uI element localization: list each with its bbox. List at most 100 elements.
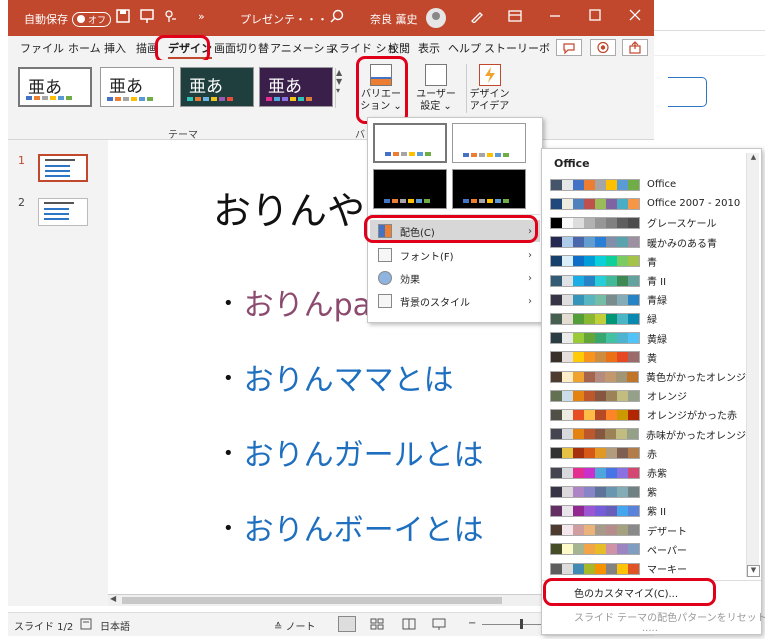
slide-sorter-icon[interactable] — [370, 618, 384, 633]
scroll-up-icon[interactable]: ▲ — [747, 153, 760, 165]
color-swatch-strip — [550, 485, 640, 498]
color-swatch-strip — [550, 504, 640, 517]
color-scheme-item[interactable]: オレンジがかった赤 — [550, 405, 746, 424]
theme-thumbnail-2[interactable]: 亜あ — [100, 67, 174, 107]
record-icon[interactable] — [590, 39, 616, 56]
variation-thumbnail-3[interactable] — [373, 169, 447, 209]
color-scheme-item[interactable]: 黄色がかったオレンジ — [550, 367, 746, 386]
autosave[interactable]: 自動保存 オフ — [24, 11, 112, 27]
bullet-item[interactable]: • おりんママとは — [223, 355, 454, 399]
tab-help[interactable]: ヘルプ — [448, 40, 481, 56]
ribbon-display-icon[interactable] — [508, 9, 522, 23]
reading-view-icon[interactable] — [402, 618, 416, 633]
notes-button[interactable]: ≙ ノート — [274, 618, 316, 633]
theme-thumbnail-4[interactable]: 亜あ — [259, 67, 333, 107]
scroll-down-icon[interactable]: ▼ — [747, 565, 760, 577]
color-scheme-item[interactable]: グレースケール — [550, 213, 746, 232]
theme-gallery-scroll[interactable]: ▲ ▼ ▾ — [335, 68, 345, 108]
bullet-item[interactable]: • おりんボーイとは — [223, 505, 484, 549]
zoom-slider[interactable] — [482, 624, 542, 625]
color-scheme-item[interactable]: 紫 II — [550, 501, 746, 520]
tab-storyboard[interactable]: ストーリーボ — [484, 40, 550, 56]
color-scheme-item[interactable]: デザート — [550, 521, 746, 540]
menu-item-background-styles[interactable]: 背景のスタイル › — [370, 290, 540, 312]
file-name[interactable]: プレゼンテ・・・ — [240, 11, 328, 27]
color-scheme-item[interactable]: 青緑 — [550, 290, 746, 309]
tab-insert[interactable]: 挿入 — [104, 40, 126, 56]
color-scheme-item[interactable]: 赤 — [550, 444, 746, 463]
color-scheme-item[interactable]: Office — [550, 175, 746, 194]
color-scheme-item[interactable]: 青 II — [550, 271, 746, 290]
close-icon[interactable] — [628, 8, 642, 22]
presentation-icon[interactable] — [140, 9, 154, 23]
slide-thumbnail-2[interactable] — [38, 198, 88, 226]
zoom-out-icon[interactable]: − — [468, 618, 476, 629]
thumb-line — [44, 213, 69, 215]
zoom-slider-thumb[interactable] — [520, 619, 523, 629]
color-scheme-item[interactable]: 暖かみのある青 — [550, 233, 746, 252]
bullet-item[interactable]: • おりんガールとは — [223, 430, 484, 474]
slide-thumbnail-pane: 1 2 — [8, 140, 108, 606]
avatar[interactable] — [426, 8, 446, 28]
color-scheme-name: 黄 — [647, 353, 657, 365]
menu-item-fonts[interactable]: フォント(F) › — [370, 244, 540, 266]
tab-review[interactable]: 校閲 — [388, 40, 410, 56]
resize-grip[interactable]: ..... — [542, 623, 761, 634]
slideshow-icon[interactable] — [432, 618, 446, 633]
normal-view-icon[interactable] — [338, 616, 356, 632]
share-icon[interactable] — [622, 39, 648, 56]
bullet-text: おりんママとは — [243, 363, 454, 398]
color-swatch-strip — [550, 332, 640, 345]
tab-animations[interactable]: アニメーショ — [270, 40, 336, 56]
theme-thumbnail-3[interactable]: 亜あ — [180, 67, 254, 107]
slide-thumbnail-1[interactable] — [38, 154, 88, 182]
variation-colors — [384, 199, 430, 203]
user-settings-button[interactable]: ユーザー 設定 ⌄ — [413, 64, 459, 113]
save-icon[interactable] — [116, 9, 130, 23]
vertical-scrollbar[interactable]: ▲ ▼ — [746, 153, 760, 577]
tab-file[interactable]: ファイル — [20, 40, 64, 56]
maximize-icon[interactable] — [588, 8, 602, 22]
scroll-left-icon[interactable]: ◀ — [110, 594, 116, 603]
color-scheme-item[interactable]: 紫 — [550, 482, 746, 501]
minimize-icon[interactable] — [548, 8, 562, 22]
bullet-dot: • — [223, 443, 234, 464]
tab-transitions[interactable]: 画面切り替 — [214, 40, 269, 56]
color-scheme-item[interactable]: 赤味がかったオレンジ — [550, 425, 746, 444]
reset-colors-item[interactable]: スライド テーマの配色パターンをリセット(R) — [542, 609, 765, 624]
thumb-line — [44, 218, 69, 220]
touch-mode-icon[interactable] — [164, 9, 180, 23]
accessibility-icon[interactable] — [80, 618, 92, 633]
color-scheme-item[interactable]: マーキー — [550, 559, 746, 578]
pen-icon[interactable] — [470, 9, 484, 23]
variation-thumbnail-4[interactable] — [452, 169, 526, 209]
menu-item-effects[interactable]: 効果 › — [370, 267, 540, 289]
slide-title[interactable]: おりんや — [213, 180, 365, 235]
color-scheme-item[interactable]: 黄緑 — [550, 329, 746, 348]
color-scheme-item[interactable]: オレンジ — [550, 386, 746, 405]
color-scheme-item[interactable]: 緑 — [550, 309, 746, 328]
autosave-toggle[interactable]: オフ — [72, 11, 112, 27]
tab-home[interactable]: ホーム — [68, 40, 101, 56]
user-name[interactable]: 奈良 薫史 — [370, 11, 418, 27]
color-scheme-item[interactable]: 黄 — [550, 348, 746, 367]
color-scheme-item[interactable]: Office 2007 - 2010 — [550, 194, 746, 213]
variation-thumbnail-2[interactable] — [452, 123, 526, 163]
bullet-item[interactable]: • おりんpa — [223, 280, 371, 324]
design-ideas-button[interactable]: デザイン アイデア — [466, 64, 512, 113]
scroll-thumb[interactable] — [122, 597, 502, 604]
language[interactable]: 日本語 — [100, 618, 130, 633]
search-icon[interactable] — [330, 9, 344, 23]
theme-thumbnail-1[interactable]: 亜あ — [18, 67, 92, 107]
submenu-arrow-icon: › — [528, 272, 532, 284]
color-scheme-item[interactable]: 青 — [550, 252, 746, 271]
horizontal-scrollbar[interactable]: ◀ — [108, 594, 548, 606]
color-scheme-name: 紫 — [647, 488, 657, 500]
color-scheme-item[interactable]: 赤紫 — [550, 463, 746, 482]
more-commands[interactable]: » — [198, 10, 205, 23]
notes-label: ノート — [285, 622, 316, 633]
variation-thumbnail-1[interactable] — [373, 123, 447, 163]
color-scheme-item[interactable]: ペーパー — [550, 540, 746, 559]
comment-icon[interactable] — [556, 39, 582, 56]
tab-view[interactable]: 表示 — [418, 40, 440, 56]
